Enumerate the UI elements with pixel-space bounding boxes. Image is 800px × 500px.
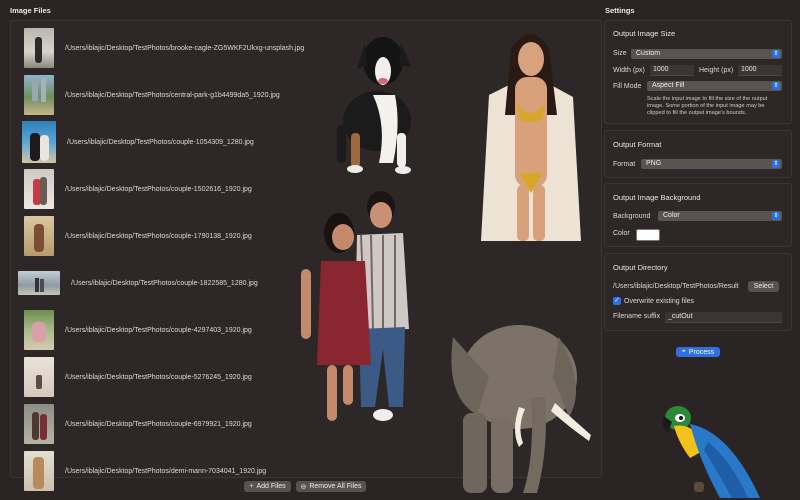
help-line-3: clipped to fill the output image's bound… (647, 110, 747, 116)
chevron-updown-icon: ⇕ (772, 50, 780, 58)
remove-all-files-label: Remove All Files (309, 483, 362, 490)
output-background-group: Output Image Background Background Color… (604, 183, 792, 247)
fill-mode-label: Fill Mode (613, 83, 642, 90)
file-row[interactable]: /Users/iblajic/Desktop/TestPhotos/couple… (11, 213, 331, 259)
output-directory-path: /Users/iblajic/Desktop/TestPhotos/Result (613, 283, 739, 290)
file-path: /Users/iblajic/Desktop/TestPhotos/centra… (65, 91, 280, 99)
file-row[interactable]: /Users/iblajic/Desktop/TestPhotos/couple… (11, 119, 331, 165)
fill-mode-select[interactable]: Aspect Fill ⇕ (647, 81, 782, 91)
file-thumbnail (24, 451, 54, 491)
background-select[interactable]: Color ⇕ (658, 211, 782, 221)
add-files-label: Add Files (256, 483, 286, 490)
wand-icon: ⌖ (681, 348, 686, 355)
format-select-value: PNG (646, 160, 662, 167)
process-button[interactable]: ⌖ Process (676, 347, 720, 357)
file-path: /Users/iblajic/Desktop/TestPhotos/couple… (71, 279, 258, 287)
filename-suffix-label: Filename suffix (613, 313, 660, 320)
filename-suffix-value: _cutOut (668, 313, 693, 320)
file-path: /Users/iblajic/Desktop/TestPhotos/couple… (65, 232, 252, 240)
parrot-cutout-image (662, 406, 760, 498)
add-files-button[interactable]: + Add Files (244, 481, 291, 492)
image-files-list[interactable]: /Users/iblajic/Desktop/TestPhotos/brooke… (10, 20, 602, 493)
file-row[interactable]: /Users/iblajic/Desktop/TestPhotos/couple… (11, 260, 331, 306)
height-input[interactable]: 1000 (738, 65, 782, 76)
dog-cutout-image (337, 37, 411, 174)
color-swatch[interactable] (636, 229, 660, 241)
file-row[interactable]: /Users/iblajic/Desktop/TestPhotos/couple… (11, 401, 331, 447)
size-label: Size (613, 50, 627, 57)
file-path: /Users/iblajic/Desktop/TestPhotos/brooke… (65, 44, 305, 52)
file-thumbnail (24, 75, 54, 115)
files-panel-title: Image Files (10, 6, 51, 15)
width-input[interactable]: 1000 (650, 65, 694, 76)
minus-circle-icon: ⊖ (300, 483, 307, 491)
output-format-title: Output Format (613, 140, 662, 149)
settings-panel-title: Settings (605, 6, 635, 15)
format-label: Format (613, 161, 636, 168)
chevron-updown-icon: ⇕ (772, 160, 780, 168)
file-thumbnail (24, 169, 54, 209)
file-thumbnail (22, 121, 56, 163)
process-label: Process (688, 348, 715, 356)
select-directory-label: Select (753, 283, 774, 290)
size-select-value: Custom (636, 50, 661, 57)
file-row[interactable]: /Users/iblajic/Desktop/TestPhotos/brooke… (11, 25, 331, 71)
output-image-size-title: Output Image Size (613, 29, 676, 38)
plus-icon: + (249, 483, 254, 490)
width-label: Width (px) (613, 67, 645, 74)
file-row[interactable]: /Users/iblajic/Desktop/TestPhotos/couple… (11, 166, 331, 212)
file-thumbnail (24, 357, 54, 397)
output-format-group: Output Format Format PNG ⇕ (604, 130, 792, 178)
overwrite-checkbox[interactable]: ✓ (613, 297, 621, 305)
height-label: Height (px) (699, 67, 734, 74)
output-image-size-group: Output Image Size Size Custom ⇕ Width (p… (604, 20, 792, 124)
file-path: /Users/iblajic/Desktop/TestPhotos/couple… (65, 373, 252, 381)
background-select-value: Color (663, 212, 680, 219)
file-thumbnail (24, 404, 54, 444)
file-path: /Users/iblajic/Desktop/TestPhotos/demi-m… (65, 467, 267, 475)
file-thumbnail (24, 216, 54, 256)
file-thumbnail (24, 310, 54, 350)
file-path: /Users/iblajic/Desktop/TestPhotos/couple… (65, 326, 252, 334)
file-path: /Users/iblajic/Desktop/TestPhotos/couple… (65, 185, 252, 193)
fill-mode-help-text: Scale the input image to fill the size o… (647, 96, 787, 117)
output-directory-title: Output Directory (613, 263, 668, 272)
file-row[interactable]: /Users/iblajic/Desktop/TestPhotos/couple… (11, 354, 331, 400)
select-directory-button[interactable]: Select (748, 281, 779, 292)
background-label: Background (613, 213, 651, 220)
filename-suffix-input[interactable]: _cutOut (665, 312, 782, 323)
file-row[interactable]: /Users/iblajic/Desktop/TestPhotos/couple… (11, 307, 331, 353)
help-line-1: Scale the input image to fill the size o… (647, 96, 768, 102)
file-thumbnail (24, 28, 54, 68)
fill-mode-select-value: Aspect Fill (652, 82, 685, 89)
chevron-updown-icon: ⇕ (772, 212, 780, 220)
file-path: /Users/iblajic/Desktop/TestPhotos/couple… (65, 420, 252, 428)
file-row[interactable]: /Users/iblajic/Desktop/TestPhotos/centra… (11, 72, 331, 118)
format-select[interactable]: PNG ⇕ (641, 159, 782, 169)
couple-cutout-image (301, 191, 409, 421)
chevron-updown-icon: ⇕ (772, 82, 780, 90)
woman-cutout-image (481, 34, 581, 241)
overwrite-label: Overwrite existing files (624, 298, 695, 305)
file-thumbnail (18, 271, 60, 295)
height-input-value: 1000 (741, 66, 757, 73)
remove-all-files-button[interactable]: ⊖ Remove All Files (296, 481, 366, 492)
color-label: Color (613, 230, 630, 237)
file-path: /Users/iblajic/Desktop/TestPhotos/couple… (67, 138, 254, 146)
output-directory-group: Output Directory /Users/iblajic/Desktop/… (604, 253, 792, 331)
width-input-value: 1000 (653, 66, 669, 73)
help-line-2: image. Some portion of the input image m… (647, 103, 765, 109)
size-select[interactable]: Custom ⇕ (631, 49, 782, 59)
output-background-title: Output Image Background (613, 193, 701, 202)
elephant-cutout-image (451, 325, 591, 493)
